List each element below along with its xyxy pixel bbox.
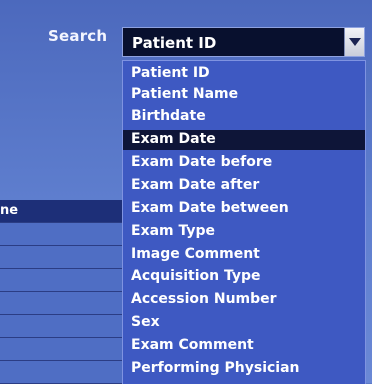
table-row[interactable] (0, 269, 122, 292)
search-field-value: Patient ID (132, 34, 217, 52)
option-label: Acquisition Type (131, 268, 261, 284)
dropdown-option-image-comment[interactable]: Image Comment (123, 245, 365, 265)
dropdown-option-exam-date-between[interactable]: Exam Date between (123, 199, 365, 219)
dropdown-option-exam-date[interactable]: Exam Date (123, 130, 365, 150)
table-row[interactable] (0, 361, 122, 384)
dropdown-option-exam-comment[interactable]: Exam Comment (123, 336, 365, 356)
dropdown-option-patient-id[interactable]: Patient ID (123, 64, 365, 84)
option-label: Image Comment (131, 246, 260, 262)
background-table: ne (0, 200, 122, 384)
table-row-label: ne (0, 203, 19, 218)
dropdown-option-exam-date-before[interactable]: Exam Date before (123, 153, 365, 173)
dropdown-option-acquisition-type[interactable]: Acquisition Type (123, 267, 365, 287)
table-row[interactable] (0, 315, 122, 338)
table-row[interactable] (0, 246, 122, 269)
option-label: Sex (131, 314, 160, 330)
dropdown-option-accession-number[interactable]: Accession Number (123, 290, 365, 310)
dropdown-option-birthdate[interactable]: Birthdate (123, 107, 365, 127)
option-label: Exam Date after (131, 177, 260, 193)
option-label: Birthdate (131, 108, 206, 124)
dropdown-option-sex[interactable]: Sex (123, 313, 365, 333)
dropdown-option-performing-physician[interactable]: Performing Physician (123, 359, 365, 379)
option-label: Accession Number (131, 291, 277, 307)
option-label: Performing Physician (131, 360, 300, 376)
option-label: Exam Comment (131, 337, 254, 353)
option-label: Exam Date before (131, 154, 273, 170)
option-label: Exam Type (131, 223, 216, 239)
search-field-select[interactable]: Patient ID (122, 27, 365, 57)
table-row[interactable] (0, 338, 122, 361)
option-label: Exam Date between (131, 200, 289, 216)
option-label: Exam Date (131, 131, 216, 147)
dropdown-option-exam-date-after[interactable]: Exam Date after (123, 176, 365, 196)
table-row[interactable] (0, 292, 122, 315)
table-row[interactable] (0, 223, 122, 246)
search-label: Search (48, 27, 108, 45)
option-label: Patient ID (131, 65, 210, 81)
dropdown-option-patient-name[interactable]: Patient Name (123, 85, 365, 105)
search-field-dropdown-list[interactable]: Patient ID Patient Name Birthdate Exam D… (122, 60, 366, 384)
option-label: Patient Name (131, 86, 239, 102)
dropdown-option-exam-type[interactable]: Exam Type (123, 222, 365, 242)
dropdown-arrow-icon[interactable] (344, 28, 364, 56)
table-row[interactable]: ne (0, 200, 122, 223)
